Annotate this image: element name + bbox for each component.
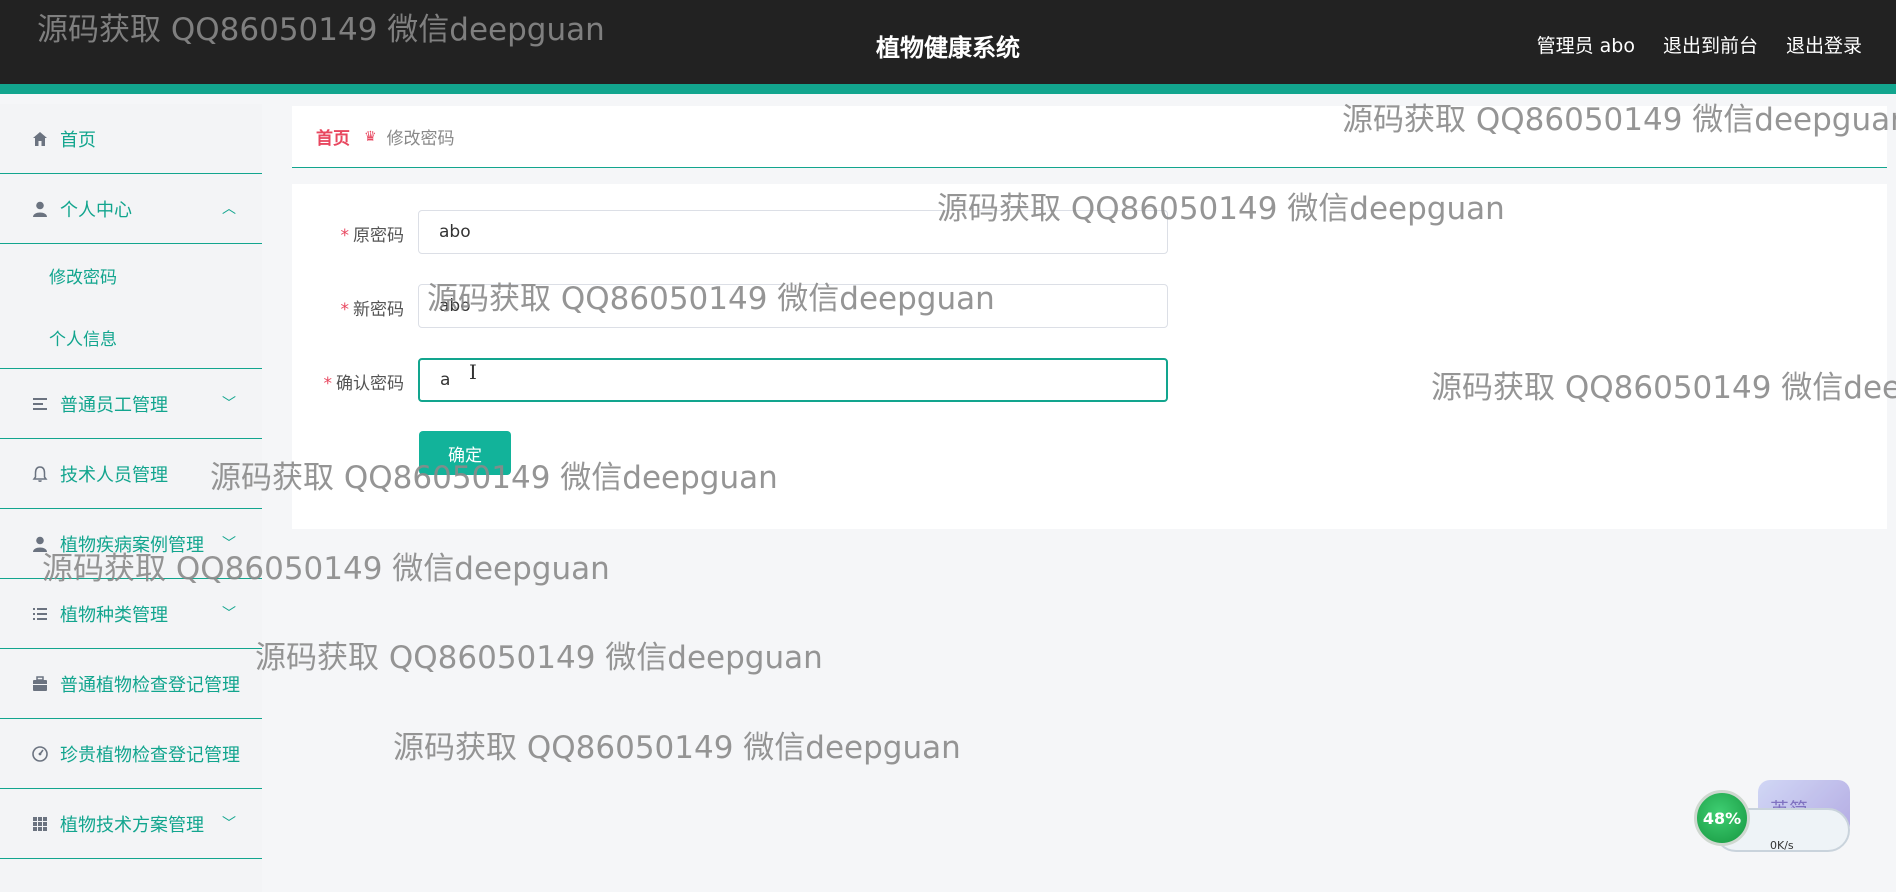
user-icon	[30, 534, 50, 554]
breadcrumb-home[interactable]: 首页	[316, 124, 350, 149]
sidebar-item-technicians[interactable]: 技术人员管理	[0, 439, 262, 509]
sidebar-item-personal-center[interactable]: 个人中心 ︿	[0, 174, 262, 244]
list-icon	[30, 394, 50, 414]
sidebar-item-disease-cases[interactable]: 植物疾病案例管理 ﹀	[0, 509, 262, 579]
sidebar-item-label: 个人中心	[60, 199, 132, 221]
exit-to-front-link[interactable]: 退出到前台	[1663, 31, 1758, 58]
sidebar-item-tech-solutions[interactable]: 植物技术方案管理 ﹀	[0, 789, 262, 859]
top-links: 管理员 abo 退出到前台 退出登录	[1537, 31, 1862, 58]
chevron-down-icon: ﹀	[222, 606, 236, 622]
sidebar-item-label: 普通员工管理	[60, 394, 168, 416]
user-icon	[30, 199, 50, 219]
sidebar-item-label: 植物种类管理	[60, 604, 168, 626]
gauge-icon	[30, 744, 50, 764]
sidebar-item-staff[interactable]: 普通员工管理 ﹀	[0, 369, 262, 439]
sidebar-item-home[interactable]: 首页	[0, 104, 262, 174]
old-password-row: * 原密码	[292, 210, 1492, 254]
old-password-input[interactable]	[418, 210, 1168, 254]
sidebar-subitem-change-password[interactable]: 修改密码	[0, 244, 262, 306]
crown-icon: ♛	[364, 128, 377, 145]
sidebar-item-normal-inspection[interactable]: 普通植物检查登记管理	[0, 649, 262, 719]
sidebar-item-label: 技术人员管理	[60, 464, 168, 486]
sidebar: 首页 个人中心 ︿ 修改密码 个人信息 普通员工管理 ﹀ 技术人员管理 植物疾病…	[0, 104, 262, 892]
sidebar-item-label: 植物疾病案例管理	[60, 534, 204, 556]
personal-center-submenu: 修改密码 个人信息	[0, 244, 262, 369]
new-password-row: * 新密码	[292, 284, 1492, 328]
bell-icon	[30, 464, 50, 484]
chevron-down-icon: ﹀	[222, 816, 236, 832]
grid-icon	[30, 814, 50, 834]
confirm-button[interactable]: 确定	[419, 431, 511, 475]
breadcrumb-current: 修改密码	[386, 129, 455, 149]
text-cursor-icon: I	[469, 360, 477, 384]
chevron-up-icon: ︿	[222, 201, 236, 217]
chevron-down-icon: ﹀	[222, 536, 236, 552]
sidebar-item-label: 珍贵植物检查登记管理	[60, 744, 240, 766]
confirm-password-input[interactable]	[418, 358, 1168, 402]
sidebar-item-label: 首页	[60, 129, 96, 151]
new-password-label: * 新密码	[340, 300, 405, 320]
net-speed-text: 0K/s	[1770, 839, 1794, 852]
memory-usage-circle[interactable]: 48%	[1694, 790, 1750, 846]
admin-user-link[interactable]: 管理员 abo	[1537, 31, 1635, 58]
sidebar-item-plant-types[interactable]: 植物种类管理 ﹀	[0, 579, 262, 649]
list-icon	[30, 604, 50, 624]
chevron-down-icon: ﹀	[222, 396, 236, 412]
watermark: 源码获取 QQ86050149 微信deepguan	[393, 730, 961, 766]
home-icon	[30, 129, 50, 149]
top-bar: 植物健康系统 管理员 abo 退出到前台 退出登录	[0, 0, 1896, 94]
network-monitor-widget[interactable]: 英简 48% 0K/s	[1694, 780, 1854, 884]
breadcrumb: 首页 ♛ 修改密码	[292, 106, 1887, 168]
briefcase-icon	[30, 674, 50, 694]
sidebar-item-label: 植物技术方案管理	[60, 814, 204, 836]
watermark: 源码获取 QQ86050149 微信deepguan	[255, 640, 823, 676]
new-password-input[interactable]	[418, 284, 1168, 328]
change-password-form: *原密码 *新密码 *确认密码 确定	[292, 184, 1887, 529]
logout-link[interactable]: 退出登录	[1786, 31, 1862, 58]
sidebar-item-label: 普通植物检查登记管理	[60, 674, 240, 696]
old-password-label: * 原密码	[340, 226, 405, 246]
confirm-password-label: * 确认密码	[323, 374, 405, 394]
sidebar-item-rare-inspection[interactable]: 珍贵植物检查登记管理	[0, 719, 262, 789]
sidebar-subitem-personal-info[interactable]: 个人信息	[0, 306, 262, 368]
